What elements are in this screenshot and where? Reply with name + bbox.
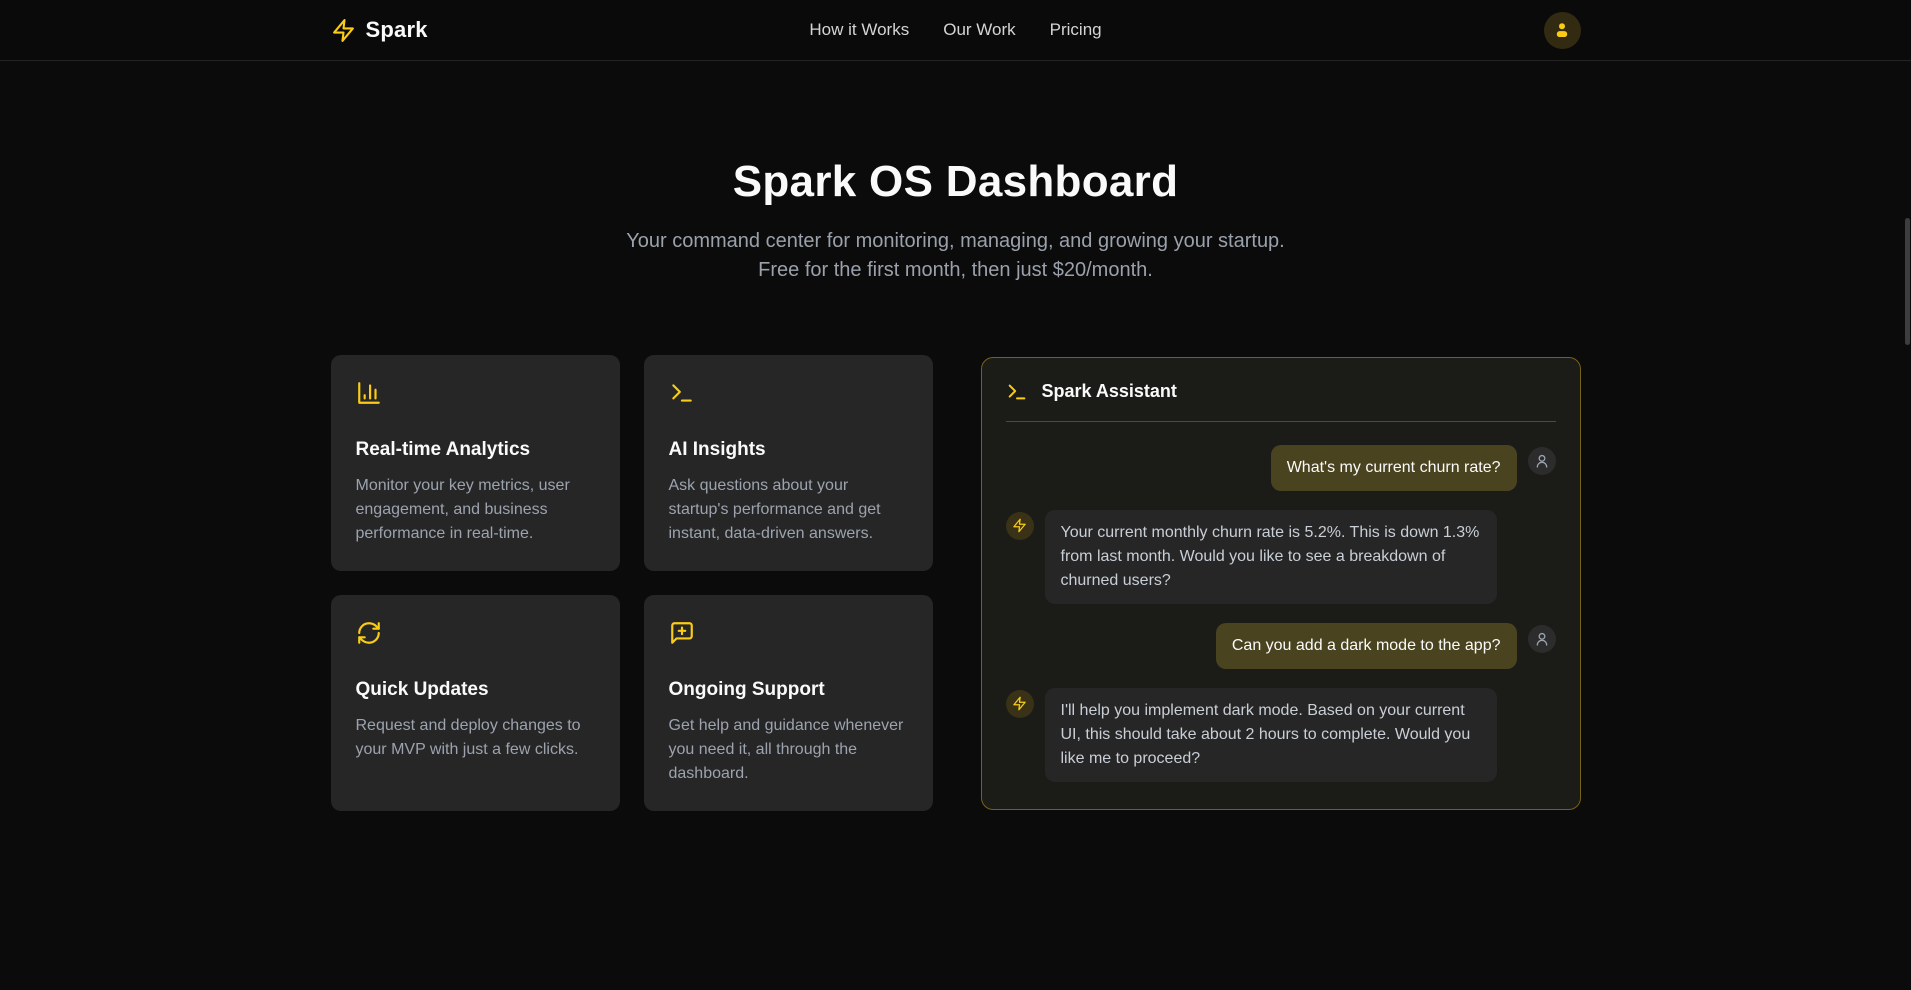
feature-card-ongoing-support: Ongoing Support Get help and guidance wh… xyxy=(644,595,933,811)
nav-container: Spark How it Works Our Work Pricing xyxy=(331,12,1581,49)
user-message-bubble: What's my current churn rate? xyxy=(1271,445,1517,491)
assistant-avatar xyxy=(1006,690,1034,718)
feature-description: Monitor your key metrics, user engagemen… xyxy=(356,474,595,546)
feature-description: Ask questions about your startup's perfo… xyxy=(669,474,908,546)
terminal-icon xyxy=(1006,381,1028,403)
user-round-icon xyxy=(1534,453,1550,469)
page-scrollbar[interactable] xyxy=(1905,218,1910,345)
page-subtitle: Your command center for monitoring, mana… xyxy=(606,227,1306,285)
nav-link-our-work[interactable]: Our Work xyxy=(943,20,1015,40)
bar-chart-icon xyxy=(356,380,382,406)
feature-title: Real-time Analytics xyxy=(356,439,595,461)
assistant-panel-title: Spark Assistant xyxy=(1042,381,1177,402)
chat-message-user: Can you add a dark mode to the app? xyxy=(1006,623,1556,669)
main-content: Real-time Analytics Monitor your key met… xyxy=(331,355,1581,811)
nav-right xyxy=(1102,12,1581,49)
assistant-message-bubble: Your current monthly churn rate is 5.2%.… xyxy=(1045,510,1497,604)
message-square-plus-icon xyxy=(669,620,695,646)
page-title: Spark OS Dashboard xyxy=(0,157,1911,207)
spark-assistant-panel: Spark Assistant What's my current churn … xyxy=(981,357,1581,810)
user-round-icon xyxy=(1534,631,1550,647)
nav-links: How it Works Our Work Pricing xyxy=(809,20,1101,40)
chat-message-assistant: Your current monthly churn rate is 5.2%.… xyxy=(1006,510,1556,604)
assistant-message-bubble: I'll help you implement dark mode. Based… xyxy=(1045,688,1497,782)
account-avatar-button[interactable] xyxy=(1544,12,1581,49)
chat-messages: What's my current churn rate? xyxy=(982,422,1580,809)
nav-link-pricing[interactable]: Pricing xyxy=(1050,20,1102,40)
assistant-avatar xyxy=(1006,512,1034,540)
zap-icon xyxy=(1012,696,1027,711)
feature-title: Ongoing Support xyxy=(669,679,908,701)
user-icon xyxy=(1552,20,1572,40)
feature-title: AI Insights xyxy=(669,439,908,461)
feature-title: Quick Updates xyxy=(356,679,595,701)
feature-description: Get help and guidance whenever you need … xyxy=(669,714,908,786)
user-avatar xyxy=(1528,625,1556,653)
chat-message-assistant: I'll help you implement dark mode. Based… xyxy=(1006,688,1556,782)
zap-icon xyxy=(1012,518,1027,533)
feature-card-quick-updates: Quick Updates Request and deploy changes… xyxy=(331,595,620,811)
assistant-panel-header: Spark Assistant xyxy=(982,358,1580,421)
hero-section: Spark OS Dashboard Your command center f… xyxy=(0,61,1911,285)
brand-logo[interactable]: Spark xyxy=(331,17,810,43)
feature-card-ai-insights: AI Insights Ask questions about your sta… xyxy=(644,355,933,571)
feature-card-realtime-analytics: Real-time Analytics Monitor your key met… xyxy=(331,355,620,571)
refresh-icon xyxy=(356,620,382,646)
feature-grid: Real-time Analytics Monitor your key met… xyxy=(331,355,933,811)
zap-icon xyxy=(331,18,356,43)
brand-name: Spark xyxy=(366,17,428,43)
chat-message-user: What's my current churn rate? xyxy=(1006,445,1556,491)
user-message-bubble: Can you add a dark mode to the app? xyxy=(1216,623,1517,669)
nav-link-how-it-works[interactable]: How it Works xyxy=(809,20,909,40)
user-avatar xyxy=(1528,447,1556,475)
top-nav: Spark How it Works Our Work Pricing xyxy=(0,0,1911,61)
terminal-icon xyxy=(669,380,695,406)
feature-description: Request and deploy changes to your MVP w… xyxy=(356,714,595,762)
